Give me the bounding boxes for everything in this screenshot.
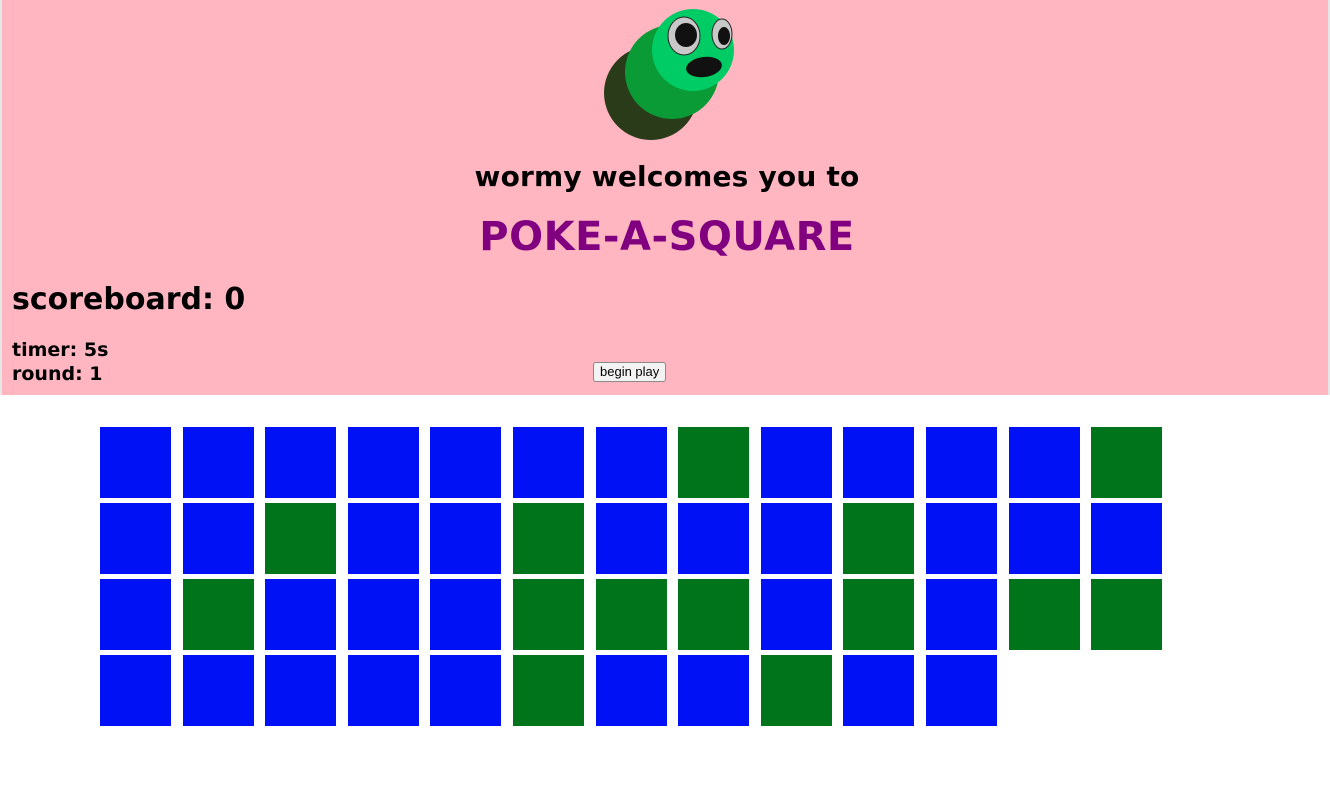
square-blue[interactable] [348, 655, 419, 726]
game-title: POKE-A-SQUARE [479, 214, 855, 260]
game-header: wormy welcomes you to POKE-A-SQUARE scor… [0, 0, 1330, 395]
square-green[interactable] [1009, 579, 1080, 650]
square-green[interactable] [843, 579, 914, 650]
square-blue[interactable] [761, 427, 832, 498]
square-blue[interactable] [100, 579, 171, 650]
square-blue[interactable] [843, 427, 914, 498]
square-green[interactable] [1091, 427, 1162, 498]
square-blue[interactable] [265, 579, 336, 650]
square-blue[interactable] [513, 427, 584, 498]
square-blue[interactable] [100, 503, 171, 574]
square-blue[interactable] [678, 503, 749, 574]
square-blue[interactable] [926, 579, 997, 650]
square-blue[interactable] [348, 579, 419, 650]
square-green[interactable] [761, 655, 832, 726]
begin-play-button[interactable]: begin play [593, 362, 667, 382]
square-blue[interactable] [265, 655, 336, 726]
square-blue[interactable] [596, 655, 667, 726]
square-blue[interactable] [761, 503, 832, 574]
square-blue[interactable] [100, 427, 171, 498]
round-display: round: 1 [12, 363, 103, 385]
square-green[interactable] [596, 579, 667, 650]
square-blue[interactable] [596, 503, 667, 574]
square-green[interactable] [843, 503, 914, 574]
square-blue[interactable] [926, 427, 997, 498]
wormy-mascot-icon [604, 9, 734, 140]
square-blue[interactable] [1009, 503, 1080, 574]
timer-display: timer: 5s [12, 339, 109, 361]
square-blue[interactable] [183, 655, 254, 726]
welcome-tagline: wormy welcomes you to [474, 160, 860, 193]
worm-right-pupil [718, 27, 730, 45]
worm-left-pupil [675, 23, 697, 47]
square-blue[interactable] [183, 503, 254, 574]
square-green[interactable] [678, 427, 749, 498]
square-blue[interactable] [596, 427, 667, 498]
square-blue[interactable] [430, 427, 501, 498]
scoreboard: scoreboard: 0 [12, 282, 246, 317]
square-blue[interactable] [678, 655, 749, 726]
square-blue[interactable] [100, 655, 171, 726]
square-blue[interactable] [1009, 427, 1080, 498]
square-blue[interactable] [926, 503, 997, 574]
square-green[interactable] [513, 579, 584, 650]
square-blue[interactable] [843, 655, 914, 726]
square-blue[interactable] [926, 655, 997, 726]
square-blue[interactable] [265, 427, 336, 498]
square-green[interactable] [513, 655, 584, 726]
square-blue[interactable] [183, 427, 254, 498]
square-green[interactable] [513, 503, 584, 574]
square-blue[interactable] [761, 579, 832, 650]
square-green[interactable] [265, 503, 336, 574]
square-green[interactable] [678, 579, 749, 650]
square-blue[interactable] [348, 427, 419, 498]
square-blue[interactable] [430, 655, 501, 726]
square-blue[interactable] [430, 503, 501, 574]
square-blue[interactable] [348, 503, 419, 574]
square-blue[interactable] [430, 579, 501, 650]
square-green[interactable] [183, 579, 254, 650]
square-green[interactable] [1091, 579, 1162, 650]
square-blue[interactable] [1091, 503, 1162, 574]
